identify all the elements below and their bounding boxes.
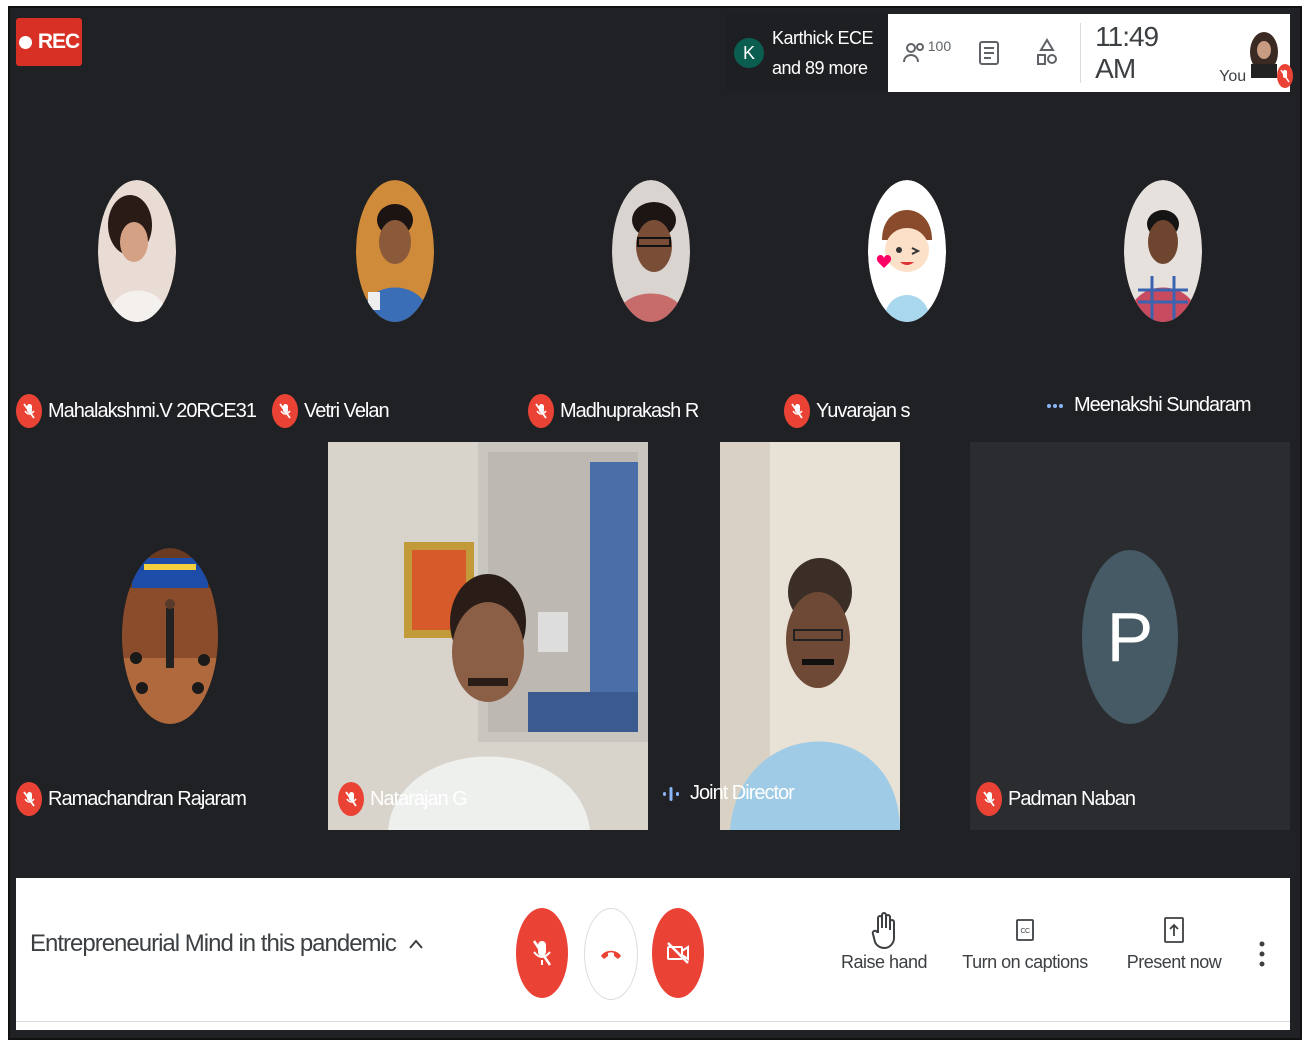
- leave-call-button[interactable]: [584, 908, 638, 1000]
- mic-off-icon: [338, 782, 364, 816]
- participant-tile-3-name: Madhuprakash R: [528, 394, 699, 428]
- speaking-icon: [660, 786, 682, 802]
- presenter-chip[interactable]: K Karthick ECE and 89 more: [726, 14, 888, 92]
- participant-tile-6-name: Ramachandran Rajaram: [16, 782, 247, 816]
- more-options-button[interactable]: [1256, 936, 1268, 976]
- mic-toggle-button[interactable]: [516, 908, 568, 998]
- presenter-text: Karthick ECE and 89 more: [772, 23, 874, 83]
- bottom-divider: [16, 1021, 1290, 1022]
- present-now-button[interactable]: Present now: [1114, 908, 1234, 973]
- activities-icon: [1036, 38, 1057, 65]
- participant-tile-9-name: Padman Naban: [976, 782, 1136, 816]
- raise-hand-button[interactable]: Raise hand: [834, 908, 934, 973]
- recording-label: REC: [37, 30, 80, 53]
- self-preview[interactable]: You: [1213, 14, 1294, 92]
- top-toolbar: 100 11:49 AM You: [888, 14, 1294, 92]
- bottom-toolbar: Entrepreneurial Mind in this pandemic Ra…: [16, 878, 1290, 1030]
- avatar-padman: P: [1082, 550, 1178, 724]
- record-dot-icon: [18, 35, 32, 49]
- meeting-window: REC K Karthick ECE and 89 more 100 11:49…: [8, 6, 1302, 1040]
- participant-name: Ramachandran Rajaram: [48, 787, 247, 810]
- closed-captions-icon: CC: [1016, 919, 1034, 941]
- chat-icon: [978, 41, 999, 65]
- presenter-name: Karthick ECE: [772, 28, 874, 48]
- hand-icon: [871, 912, 895, 950]
- participant-tile-1-name: Mahalakshmi.V 20RCE31: [16, 394, 257, 428]
- activities-button[interactable]: [1013, 14, 1080, 92]
- participant-name: Mahalakshmi.V 20RCE31: [48, 399, 257, 422]
- participant-name: Yuvarajan s: [816, 399, 911, 422]
- meeting-title: Entrepreneurial Mind in this pandemic: [30, 930, 397, 957]
- participant-name: Madhuprakash R: [560, 399, 699, 422]
- present-screen-icon: [1164, 917, 1184, 943]
- participant-name: Meenakshi Sundaram: [1074, 394, 1252, 416]
- hang-up-icon: [601, 950, 621, 959]
- meeting-details-button[interactable]: Entrepreneurial Mind in this pandemic: [30, 930, 424, 958]
- camera-toggle-button[interactable]: [652, 908, 704, 998]
- mic-off-icon: [272, 394, 298, 428]
- participant-tile-4-name: Yuvarajan s: [784, 394, 911, 428]
- participants-button[interactable]: 100: [888, 14, 965, 92]
- chat-button[interactable]: [965, 14, 1013, 92]
- self-thumbnail: [1250, 32, 1279, 78]
- avatar-mahalakshmi: [98, 180, 176, 322]
- avatar-madhuprakash: [612, 180, 690, 322]
- camera-off-icon: [667, 942, 689, 964]
- video-joint-director: [720, 442, 900, 830]
- avatar-initial: P: [1106, 598, 1154, 676]
- presenter-more: and 89 more: [772, 58, 868, 78]
- participant-tile-8-name: Joint Director: [660, 782, 795, 805]
- self-mic-off-icon: [1277, 64, 1294, 88]
- participant-name: Joint Director: [690, 782, 795, 804]
- clock: 11:49 AM: [1095, 21, 1159, 84]
- mic-off-icon: [528, 394, 554, 428]
- participant-tile-5-name: Meenakshi Sundaram: [1044, 394, 1252, 417]
- captions-button[interactable]: CC Turn on captions: [960, 908, 1090, 973]
- presenter-avatar: K: [734, 38, 764, 68]
- people-icon: [902, 43, 924, 63]
- more-dots-icon: [1044, 403, 1066, 409]
- video-natarajan: [328, 442, 648, 830]
- participant-name: Padman Naban: [1008, 787, 1136, 810]
- mic-off-icon: [784, 394, 810, 428]
- mic-off-icon: [976, 782, 1002, 816]
- svg-text:CC: CC: [1020, 928, 1030, 935]
- participant-tile-2-name: Vetri Velan: [272, 394, 390, 428]
- avatar-meenakshi: [1124, 180, 1202, 322]
- avatar-vetri: [356, 180, 434, 322]
- present-now-label: Present now: [1126, 952, 1222, 972]
- raise-hand-label: Raise hand: [840, 952, 928, 972]
- avatar-yuvarajan: [868, 180, 946, 322]
- participant-tile-7-name: Natarajan G: [338, 782, 468, 816]
- mic-off-icon: [532, 940, 552, 966]
- self-label: You: [1219, 68, 1247, 85]
- participants-count: 100: [927, 38, 952, 54]
- chevron-up-icon: [409, 939, 423, 949]
- participant-name: Vetri Velan: [304, 399, 390, 422]
- participant-name: Natarajan G: [370, 787, 468, 810]
- mic-off-icon: [16, 394, 42, 428]
- avatar-ramachandran: [122, 548, 218, 724]
- mic-off-icon: [16, 782, 42, 816]
- more-vert-icon: [1259, 941, 1265, 967]
- recording-badge: REC: [16, 18, 82, 66]
- captions-label: Turn on captions: [962, 952, 1088, 972]
